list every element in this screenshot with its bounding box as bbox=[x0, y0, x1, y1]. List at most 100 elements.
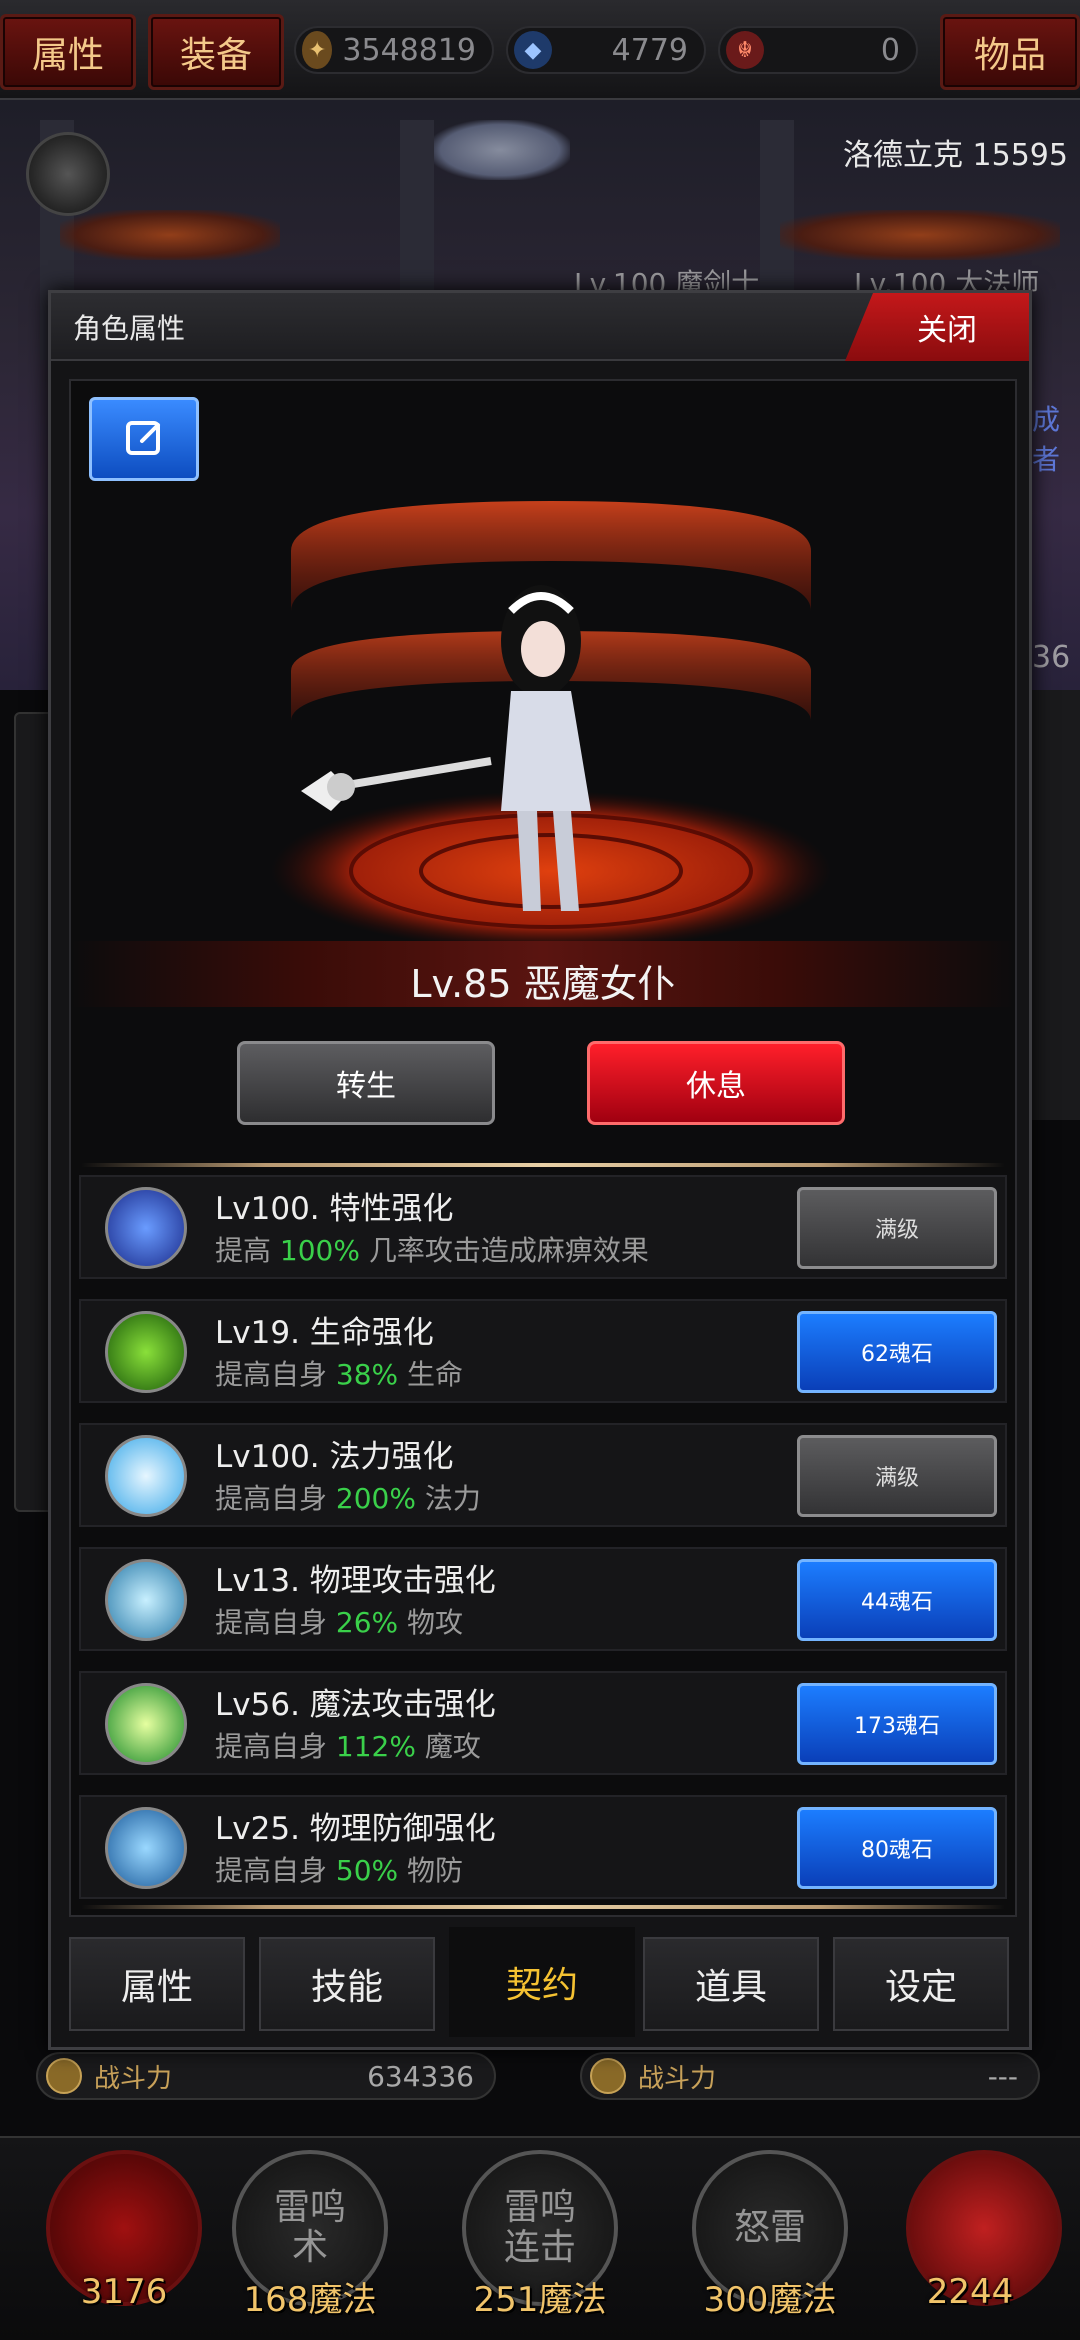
moon bbox=[430, 120, 570, 180]
tab-items[interactable]: 道具 bbox=[643, 1937, 819, 2031]
side-label: 成者 bbox=[1032, 403, 1061, 476]
close-button[interactable]: 关闭 bbox=[845, 293, 1029, 361]
blue-gem-icon: ◆ bbox=[514, 31, 552, 69]
character-attributes-dialog: 角色属性 关闭 Lv.85 恶魔女仆 转生 休息 Lv100. 特性强化 提高 … bbox=[48, 290, 1032, 2050]
rebirth-button[interactable]: 转生 bbox=[237, 1041, 495, 1125]
gold-coin-icon: ✦ bbox=[302, 31, 333, 69]
upgrade-cost-button[interactable]: 173魂石 bbox=[797, 1683, 997, 1765]
upgrade-row: Lv56. 魔法攻击强化 提高自身 112% 魔攻 173魂石 bbox=[79, 1671, 1007, 1775]
desc-prefix: 提高自身 bbox=[215, 1482, 336, 1515]
hp-potion-count: 3176 bbox=[80, 2272, 168, 2312]
right-side-panel bbox=[1030, 690, 1080, 1120]
power-icon bbox=[590, 2058, 626, 2094]
character-name: Lv.85 恶魔女仆 bbox=[410, 962, 676, 1006]
tab-skills[interactable]: 技能 bbox=[259, 1937, 435, 2031]
skill-name: 雷鸣 连击 bbox=[503, 2187, 576, 2268]
desc-percent: 200% bbox=[335, 1482, 416, 1515]
upgrade-row: Lv100. 法力强化 提高自身 200% 法力 满级 bbox=[79, 1423, 1007, 1527]
upgrade-title: Lv19. 生命强化 bbox=[215, 1315, 434, 1351]
upgrade-row: Lv100. 特性强化 提高 100% 几率攻击造成麻痹效果 满级 bbox=[79, 1175, 1007, 1279]
upgrade-cost-button[interactable]: 62魂石 bbox=[797, 1311, 997, 1393]
edit-button[interactable] bbox=[89, 397, 199, 481]
upgrade-title: Lv100. 特性强化 bbox=[215, 1191, 454, 1227]
desc-suffix: 生命 bbox=[398, 1358, 464, 1391]
divider bbox=[81, 1163, 1005, 1167]
mana-orb-icon bbox=[105, 1435, 187, 1517]
upgrade-title: Lv25. 物理防御强化 bbox=[215, 1811, 496, 1847]
divider bbox=[81, 1905, 1005, 1909]
max-level-button[interactable]: 满级 bbox=[797, 1435, 997, 1517]
desc-percent: 112% bbox=[335, 1730, 416, 1763]
side-number: 36 bbox=[1032, 640, 1071, 675]
rest-button[interactable]: 休息 bbox=[587, 1041, 845, 1125]
desc-percent: 38% bbox=[335, 1358, 399, 1391]
desc-percent: 100% bbox=[279, 1234, 360, 1267]
soul-value: 0 bbox=[880, 32, 900, 68]
skill-name: 怒雷 bbox=[733, 2207, 806, 2248]
attributes-button[interactable]: 属性 bbox=[0, 14, 136, 90]
upgrade-title: Lv100. 法力强化 bbox=[215, 1439, 454, 1475]
desc-percent: 50% bbox=[335, 1854, 399, 1887]
upgrade-description: 提高自身 38% 生命 bbox=[215, 1353, 463, 1393]
desc-percent: 26% bbox=[335, 1606, 399, 1639]
upgrade-description: 提高自身 112% 魔攻 bbox=[215, 1725, 481, 1765]
skill-cost: 300魔法 bbox=[703, 2280, 837, 2320]
upgrade-description: 提高自身 50% 物防 bbox=[215, 1849, 463, 1889]
lava-glow bbox=[60, 210, 280, 260]
gem-value: 4779 bbox=[611, 32, 688, 68]
physical-defense-orb-icon bbox=[105, 1807, 187, 1889]
paralysis-orb-icon bbox=[105, 1187, 187, 1269]
skill-cost: 168魔法 bbox=[243, 2280, 377, 2320]
gold-currency: ✦ 3548819 bbox=[294, 26, 494, 74]
upgrade-description: 提高 100% 几率攻击造成麻痹效果 bbox=[215, 1229, 649, 1269]
mp-potion-count: 2244 bbox=[926, 2272, 1014, 2312]
upgrade-cost-button[interactable]: 80魂石 bbox=[797, 1807, 997, 1889]
upgrade-title: Lv56. 魔法攻击强化 bbox=[215, 1687, 496, 1723]
upgrade-description: 提高自身 26% 物攻 bbox=[215, 1601, 463, 1641]
upgrade-row: Lv19. 生命强化 提高自身 38% 生命 62魂石 bbox=[79, 1299, 1007, 1403]
gold-value: 3548819 bbox=[342, 32, 476, 68]
tab-contract[interactable]: 契约 bbox=[449, 1927, 635, 2037]
dialog-body: Lv.85 恶魔女仆 转生 休息 Lv100. 特性强化 提高 100% 几率攻… bbox=[69, 379, 1017, 1917]
soul-currency: ☬ 0 bbox=[718, 26, 918, 74]
desc-prefix: 提高自身 bbox=[215, 1358, 336, 1391]
combat-power-left: 战斗力 634336 bbox=[36, 2052, 496, 2100]
upgrade-row: Lv13. 物理攻击强化 提高自身 26% 物攻 44魂石 bbox=[79, 1547, 1007, 1651]
edit-icon bbox=[126, 421, 160, 455]
gem-currency: ◆ 4779 bbox=[506, 26, 706, 74]
life-orb-icon bbox=[105, 1311, 187, 1393]
dialog-title: 角色属性 bbox=[73, 312, 186, 345]
physical-attack-orb-icon bbox=[105, 1559, 187, 1641]
desc-suffix: 法力 bbox=[415, 1482, 481, 1515]
upgrade-cost-button[interactable]: 44魂石 bbox=[797, 1559, 997, 1641]
skill-cost: 251魔法 bbox=[473, 2280, 607, 2320]
power-value: --- bbox=[987, 2059, 1018, 2093]
power-value: 634336 bbox=[367, 2059, 474, 2093]
combat-power-right: 战斗力 --- bbox=[580, 2052, 1040, 2100]
desc-suffix: 物攻 bbox=[398, 1606, 464, 1639]
desc-suffix: 魔攻 bbox=[415, 1730, 481, 1763]
red-soul-icon: ☬ bbox=[726, 31, 764, 69]
upgrade-row: Lv25. 物理防御强化 提高自身 50% 物防 80魂石 bbox=[79, 1795, 1007, 1899]
upgrade-list[interactable]: Lv100. 特性强化 提高 100% 几率攻击造成麻痹效果 满级 Lv19. … bbox=[79, 1175, 1007, 1905]
desc-prefix: 提高自身 bbox=[215, 1606, 336, 1639]
desc-prefix: 提高 bbox=[215, 1234, 280, 1267]
power-icon bbox=[46, 2058, 82, 2094]
dialog-tabs: 属性 技能 契约 道具 设定 bbox=[69, 1927, 1017, 2037]
magic-attack-orb-icon bbox=[105, 1683, 187, 1765]
settings-gear-button[interactable] bbox=[26, 132, 110, 216]
tab-settings[interactable]: 设定 bbox=[833, 1937, 1009, 2031]
upgrade-description: 提高自身 200% 法力 bbox=[215, 1477, 481, 1517]
desc-suffix: 几率攻击造成麻痹效果 bbox=[359, 1234, 649, 1267]
upgrade-title: Lv13. 物理攻击强化 bbox=[215, 1563, 496, 1599]
tab-attributes[interactable]: 属性 bbox=[69, 1937, 245, 2031]
desc-prefix: 提高自身 bbox=[215, 1854, 336, 1887]
items-button[interactable]: 物品 bbox=[940, 14, 1080, 90]
character-portrait bbox=[271, 501, 831, 951]
top-bar: 属性 装备 ✦ 3548819 ◆ 4779 ☬ 0 物品 bbox=[0, 0, 1080, 100]
dialog-header: 角色属性 关闭 bbox=[51, 293, 1029, 361]
max-level-button[interactable]: 满级 bbox=[797, 1187, 997, 1269]
lava-glow bbox=[780, 210, 1060, 260]
equipment-button[interactable]: 装备 bbox=[148, 14, 284, 90]
player-name: 洛德立克 15595 bbox=[843, 138, 1068, 173]
